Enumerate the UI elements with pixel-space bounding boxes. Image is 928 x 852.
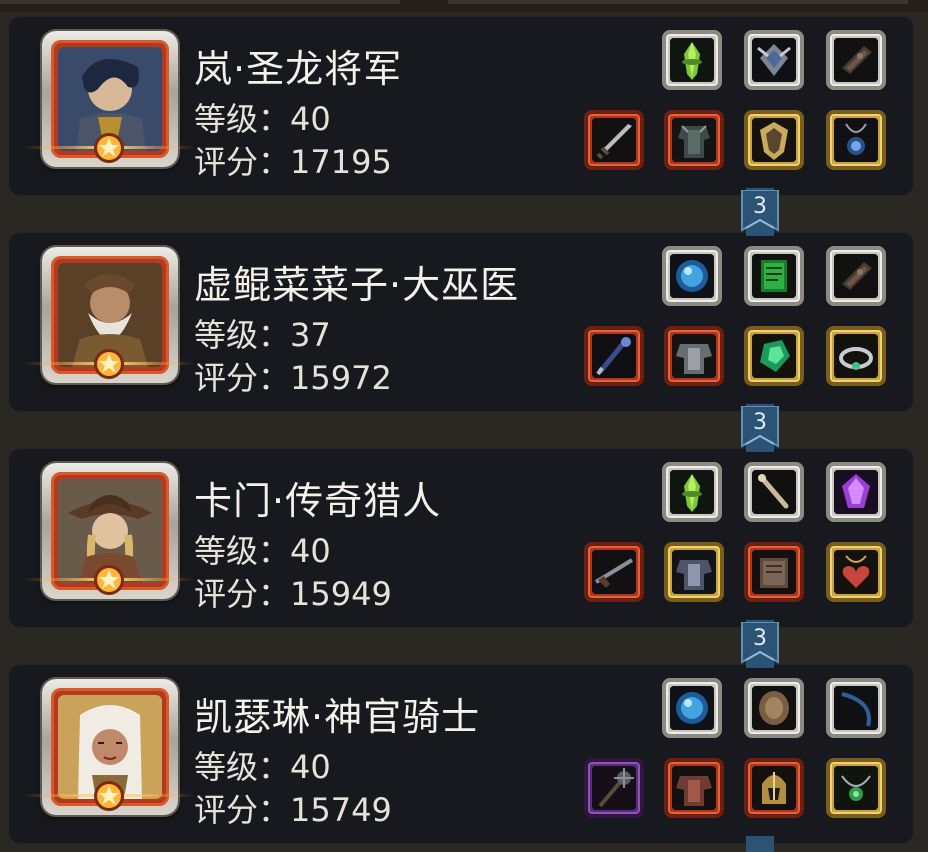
top-border-segment [0,0,400,4]
green-crystal-icon [670,470,714,514]
greatsword-icon [592,118,636,162]
equipment-slot-top-0[interactable] [662,30,722,90]
equipment-slot-bottom-0[interactable] [584,758,644,818]
equipment-slot-top-1[interactable] [744,678,804,738]
hero-name: 虚鲲菜菜子·大巫医 [194,263,520,307]
link-count-badge: 3 [740,406,780,452]
equipment-slot-top-0[interactable] [662,678,722,738]
equipment-slot-bottom-3[interactable] [826,542,886,602]
rank-flare-icon [24,346,194,382]
dark-bracer-icon [834,254,878,298]
link-connector[interactable] [740,836,780,852]
silver-ring-icon [834,334,878,378]
equipment-slot-bottom-0[interactable] [584,542,644,602]
heart-pendant-icon [834,550,878,594]
equipment-slot-bottom-0[interactable] [584,110,644,170]
equipment-slot-top-0[interactable] [662,462,722,522]
musket-blade-icon [592,550,636,594]
rank-flare-icon [24,562,194,598]
wing-shield-icon [752,118,796,162]
rank-flare-icon [24,778,194,814]
link-bar [746,836,774,852]
link-connector[interactable]: 3 [740,188,780,236]
top-border [0,0,928,12]
hero-level: 等级：40 [194,748,331,786]
blue-orb-icon [670,686,714,730]
link-count-badge: 3 [740,190,780,236]
green-necklace-icon [834,766,878,810]
equipment-slot-top-2[interactable] [826,462,886,522]
equipment-slot-bottom-2[interactable] [744,758,804,818]
purple-gem-icon [834,470,878,514]
curved-bow-icon [834,686,878,730]
equipment-slot-bottom-2[interactable] [744,110,804,170]
link-connector[interactable]: 3 [740,620,780,668]
link-connector[interactable]: 3 [740,404,780,452]
equipment-slot-bottom-2[interactable] [744,326,804,386]
hero-name: 卡门·传奇猎人 [194,479,442,523]
equipment-slot-top-2[interactable] [826,246,886,306]
round-shield-icon [752,686,796,730]
hero-score: 评分：17195 [194,143,392,181]
top-border-segment [448,0,908,4]
hero-card[interactable]: 凯瑟琳·神官骑士 等级：40 评分：15749 [8,664,914,844]
hero-name: 岚·圣龙将军 [194,47,403,91]
green-tome-icon [752,254,796,298]
blue-orb-icon [670,254,714,298]
hero-level: 等级：40 [194,532,331,570]
hero-level: 等级：37 [194,316,331,354]
hero-card[interactable]: 岚·圣龙将军 等级：40 评分：17195 [8,16,914,196]
equipment-slot-bottom-1[interactable] [664,110,724,170]
equipment-slot-top-0[interactable] [662,246,722,306]
emerald-relic-icon [752,334,796,378]
bone-club-icon [752,470,796,514]
equipment-slot-top-2[interactable] [826,30,886,90]
spellbook-icon [752,550,796,594]
link-count: 3 [753,626,767,651]
equipment-slot-top-1[interactable] [744,246,804,306]
hero-card[interactable]: 卡门·传奇猎人 等级：40 评分：15949 [8,448,914,628]
dark-bracer-icon [834,38,878,82]
equipment-slot-top-1[interactable] [744,30,804,90]
equipment-slot-top-2[interactable] [826,678,886,738]
hero-score: 评分：15972 [194,359,392,397]
equipment-slot-bottom-2[interactable] [744,542,804,602]
plate-armor-icon [672,334,716,378]
hero-name: 凯瑟琳·神官骑士 [194,695,481,739]
staff-icon [592,334,636,378]
rank-flare-icon [24,130,194,166]
blue-amulet-icon [834,118,878,162]
link-count-badge: 3 [740,622,780,668]
equipment-slot-bottom-1[interactable] [664,542,724,602]
spiked-mace-icon [592,766,636,810]
equipment-slot-bottom-3[interactable] [826,758,886,818]
hero-score: 评分：15949 [194,575,392,613]
link-count: 3 [753,194,767,219]
equipment-slot-bottom-3[interactable] [826,326,886,386]
gold-helmet-icon [752,766,796,810]
steel-armor-icon [672,550,716,594]
equipment-slot-bottom-3[interactable] [826,110,886,170]
green-crystal-icon [670,38,714,82]
hero-card[interactable]: 虚鲲菜菜子·大巫医 等级：37 评分：15972 [8,232,914,412]
chest-armor-icon [672,118,716,162]
equipment-slot-bottom-1[interactable] [664,758,724,818]
equipment-slot-bottom-1[interactable] [664,326,724,386]
equipment-slot-bottom-0[interactable] [584,326,644,386]
hero-score: 评分：15749 [194,791,392,829]
link-count: 3 [753,410,767,435]
silver-emblem-icon [752,38,796,82]
hero-level: 等级：40 [194,100,331,138]
equipment-slot-top-1[interactable] [744,462,804,522]
crimson-armor-icon [672,766,716,810]
